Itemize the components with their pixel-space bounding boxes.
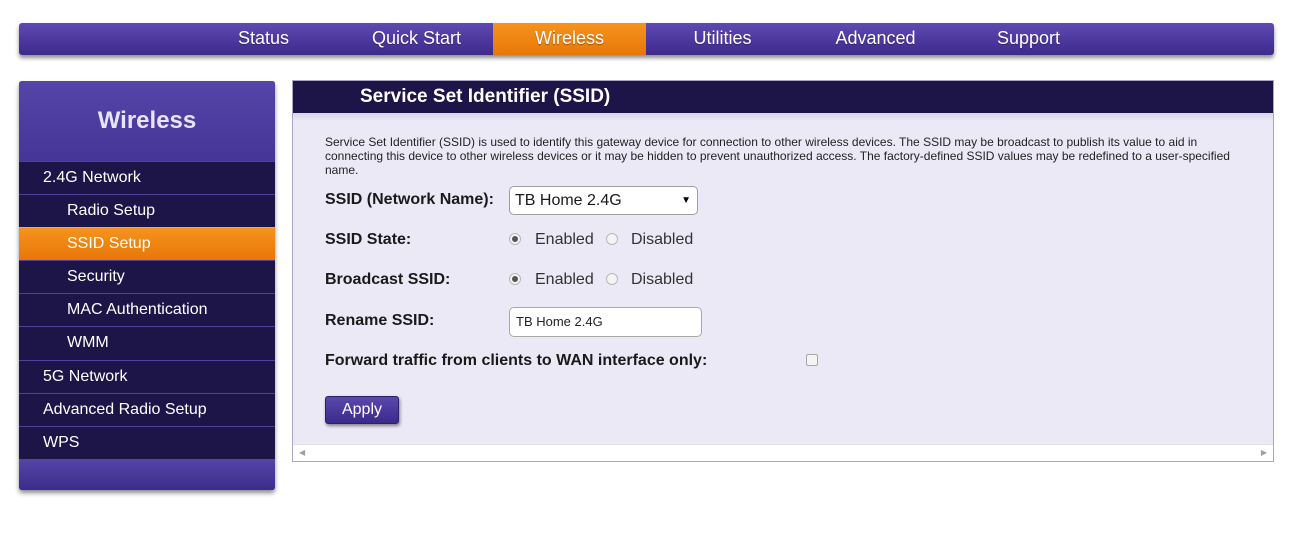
- horizontal-scrollbar[interactable]: ◀ ▶: [293, 444, 1273, 461]
- ssid-panel: Service Set Identifier (SSID) Service Se…: [292, 80, 1274, 462]
- sidebar-title: Wireless: [19, 81, 275, 161]
- broadcast-enabled-radio[interactable]: [509, 273, 521, 285]
- ssid-state-enabled-radio[interactable]: [509, 233, 521, 245]
- ssid-state-disabled-radio[interactable]: [606, 233, 618, 245]
- ssid-select-value: TB Home 2.4G: [515, 192, 622, 209]
- nav-utilities[interactable]: Utilities: [646, 23, 799, 55]
- sidebar-item-5g-network[interactable]: 5G Network: [19, 360, 275, 393]
- sidebar-item-2-4g-network[interactable]: 2.4G Network: [19, 161, 275, 194]
- nav-support[interactable]: Support: [952, 23, 1105, 55]
- sidebar-item-wmm[interactable]: WMM: [19, 326, 275, 359]
- top-navigation: Status Quick Start Wireless Utilities Ad…: [19, 23, 1274, 55]
- sidebar-item-security[interactable]: Security: [19, 260, 275, 293]
- nav-status[interactable]: Status: [187, 23, 340, 55]
- ssid-state-disabled-label: Disabled: [631, 231, 694, 248]
- rename-ssid-input[interactable]: TB Home 2.4G: [509, 307, 702, 337]
- scroll-right-icon[interactable]: ▶: [1261, 448, 1267, 457]
- rename-ssid-label: Rename SSID:: [325, 312, 435, 329]
- nav-wireless[interactable]: Wireless: [493, 23, 646, 55]
- forward-traffic-label: Forward traffic from clients to WAN inte…: [325, 352, 708, 369]
- ssid-select[interactable]: TB Home 2.4G ▼: [509, 186, 698, 215]
- page-title: Service Set Identifier (SSID): [293, 81, 1273, 113]
- forward-traffic-checkbox[interactable]: [806, 354, 818, 366]
- sidebar-item-radio-setup[interactable]: Radio Setup: [19, 194, 275, 227]
- scroll-left-icon[interactable]: ◀: [299, 448, 305, 457]
- description-text: Service Set Identifier (SSID) is used to…: [325, 135, 1230, 177]
- broadcast-disabled-radio[interactable]: [606, 273, 618, 285]
- nav-quick-start[interactable]: Quick Start: [340, 23, 493, 55]
- sidebar: Wireless 2.4G Network Radio Setup SSID S…: [19, 81, 275, 490]
- apply-button[interactable]: Apply: [325, 396, 399, 424]
- sidebar-item-mac-authentication[interactable]: MAC Authentication: [19, 293, 275, 326]
- ssid-state-enabled-label: Enabled: [535, 231, 594, 248]
- title-underline: [293, 113, 1273, 121]
- ssid-network-name-label: SSID (Network Name):: [325, 191, 494, 208]
- broadcast-ssid-label: Broadcast SSID:: [325, 271, 451, 288]
- ssid-state-label: SSID State:: [325, 231, 412, 248]
- nav-advanced[interactable]: Advanced: [799, 23, 952, 55]
- broadcast-enabled-label: Enabled: [535, 271, 594, 288]
- sidebar-footer: [19, 459, 275, 490]
- sidebar-item-wps[interactable]: WPS: [19, 426, 275, 459]
- broadcast-disabled-label: Disabled: [631, 271, 694, 288]
- chevron-down-icon: ▼: [681, 195, 691, 206]
- sidebar-item-ssid-setup[interactable]: SSID Setup: [19, 227, 275, 260]
- sidebar-item-advanced-radio-setup[interactable]: Advanced Radio Setup: [19, 393, 275, 426]
